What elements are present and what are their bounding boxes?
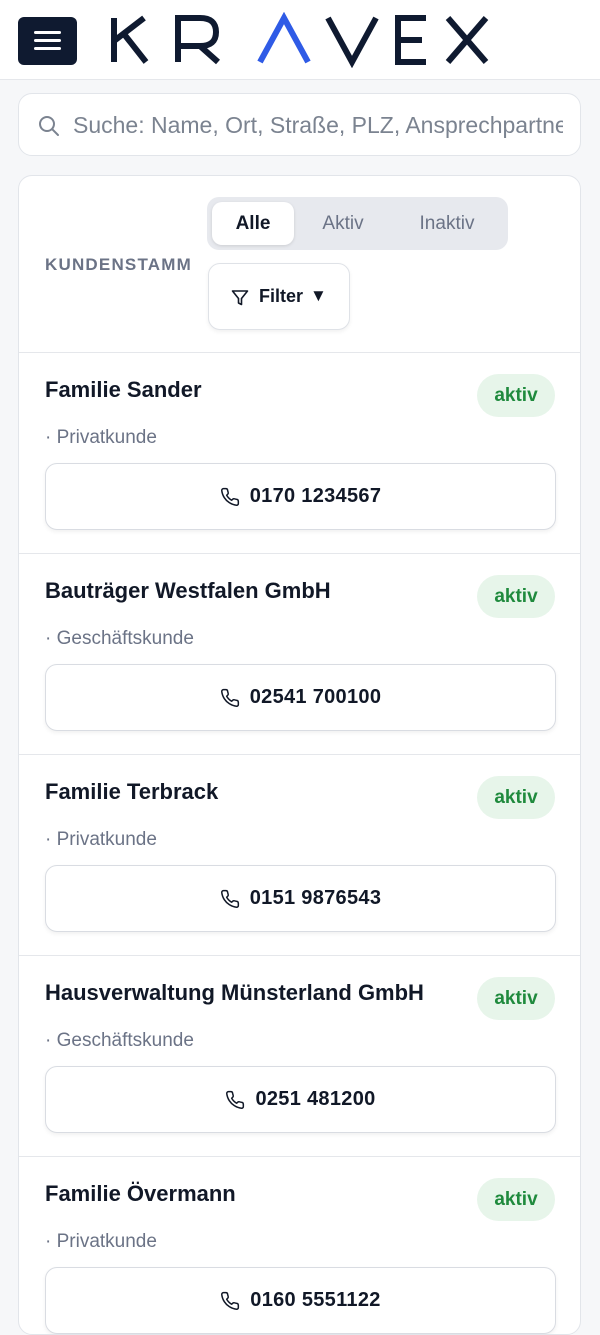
status-segmented-control: Alle Aktiv Inaktiv	[207, 197, 508, 250]
phone-number: 02541 700100	[249, 686, 382, 708]
customer-row[interactable]: Familie Övermann aktiv · Privatkunde 016…	[19, 1157, 580, 1334]
customers-panel: KUNDENSTAMM Alle Aktiv Inaktiv Filter ▼ …	[18, 175, 581, 1335]
customer-name: Familie Terbrack	[45, 779, 219, 804]
phone-number: 0160 5551122	[250, 1289, 381, 1311]
phone-number: 0251 481200	[255, 1088, 376, 1110]
customer-row[interactable]: Familie Sander aktiv · Privatkunde 0170 …	[19, 353, 580, 554]
phone-icon	[226, 1090, 245, 1109]
main-content: KUNDENSTAMM Alle Aktiv Inaktiv Filter ▼ …	[18, 93, 581, 1335]
phone-button[interactable]: 0151 9876543	[45, 865, 556, 932]
phone-icon	[220, 688, 239, 707]
segment-all[interactable]: Alle	[212, 202, 294, 245]
customer-type: · Privatkunde	[45, 1231, 157, 1252]
customer-name: Familie Sander	[45, 377, 202, 402]
customer-type: · Privatkunde	[45, 427, 157, 448]
filter-label: Filter	[259, 286, 304, 306]
hamburger-menu-icon	[34, 31, 61, 34]
hamburger-menu-button[interactable]	[18, 17, 77, 65]
phone-button[interactable]: 02541 700100	[45, 664, 556, 731]
top-bar: KRAVEX	[0, 0, 600, 80]
search-box[interactable]	[18, 93, 581, 156]
chevron-down-icon: ▼	[310, 286, 327, 305]
phone-button[interactable]: 0160 5551122	[45, 1267, 556, 1334]
hamburger-menu-icon-bar	[34, 47, 61, 50]
filter-icon	[231, 290, 249, 306]
search-icon	[39, 116, 59, 136]
phone-button[interactable]: 0170 1234567	[45, 463, 556, 530]
customer-name: Bauträger Westfalen GmbH	[45, 578, 331, 603]
segment-inactive[interactable]: Inaktiv	[394, 202, 500, 245]
phone-number: 0151 9876543	[249, 887, 382, 909]
phone-icon	[220, 889, 239, 908]
customer-row[interactable]: Bauträger Westfalen GmbH aktiv · Geschäf…	[19, 554, 580, 755]
phone-icon	[221, 1291, 240, 1310]
customer-type: · Privatkunde	[45, 829, 157, 850]
customer-row[interactable]: Familie Terbrack aktiv · Privatkunde 015…	[19, 755, 580, 956]
hamburger-menu-icon-bar	[34, 39, 61, 42]
phone-number: 0170 1234567	[249, 485, 382, 507]
kravex-logo: KRAVEX	[111, 12, 489, 68]
phone-button[interactable]: 0251 481200	[45, 1066, 556, 1133]
filter-button[interactable]: Filter ▼	[208, 263, 350, 330]
status-badge: aktiv	[477, 977, 555, 1020]
phone-icon	[220, 487, 239, 506]
status-badge: aktiv	[477, 1178, 555, 1221]
section-title: KUNDENSTAMM	[45, 255, 192, 274]
customer-name: Familie Övermann	[45, 1181, 236, 1206]
customer-row[interactable]: Hausverwaltung Münsterland GmbH aktiv · …	[19, 956, 580, 1157]
panel-header: KUNDENSTAMM Alle Aktiv Inaktiv Filter ▼	[19, 176, 580, 353]
status-badge: aktiv	[477, 776, 555, 819]
status-badge: aktiv	[477, 374, 555, 417]
status-badge: aktiv	[477, 575, 555, 618]
search-input[interactable]	[73, 106, 563, 144]
customer-type: · Geschäftskunde	[45, 628, 194, 649]
customer-type: · Geschäftskunde	[45, 1030, 194, 1051]
segment-active[interactable]: Aktiv	[300, 202, 386, 245]
customer-name: Hausverwaltung Münsterland GmbH	[45, 980, 424, 1005]
